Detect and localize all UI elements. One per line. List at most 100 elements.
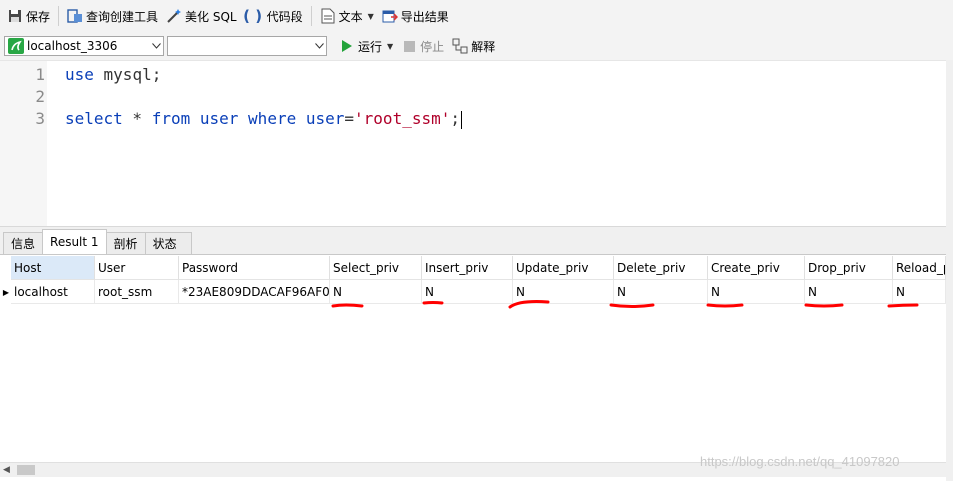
explain-icon <box>452 38 468 54</box>
play-icon <box>339 38 355 54</box>
chevron-down-icon[interactable] <box>149 43 163 49</box>
red-underline <box>887 303 919 308</box>
row-pointer-icon: ▶ <box>2 287 10 297</box>
code-token: user <box>199 109 239 128</box>
tab-label: 剖析 <box>113 237 138 251</box>
code-snippet-label: 代码段 <box>266 9 303 24</box>
stop-button[interactable]: 停止 <box>397 34 448 58</box>
code-token: = <box>344 109 355 128</box>
column-header-label: Password <box>182 261 239 275</box>
table-cell[interactable]: root_ssm <box>95 280 179 304</box>
export-results-button[interactable]: 导出结果 <box>378 4 453 28</box>
tab-label: 状态 <box>152 237 177 251</box>
table-cell[interactable]: N <box>330 280 422 304</box>
connection-icon <box>8 38 24 54</box>
column-header-create-priv[interactable]: Create_priv <box>708 256 805 280</box>
toolbar-divider <box>310 6 312 26</box>
table-cell[interactable]: N <box>893 280 946 304</box>
toolbar-divider <box>58 6 60 26</box>
column-header-label: Insert_priv <box>425 261 489 275</box>
table-cell[interactable]: N <box>805 280 893 304</box>
chevron-down-icon[interactable] <box>312 43 326 49</box>
code-token: ; <box>450 109 460 128</box>
code-token: from <box>151 109 191 128</box>
column-header-label: Delete_priv <box>617 261 686 275</box>
line-number: 3 <box>35 109 45 128</box>
sql-editor[interactable]: 1 use mysql; 2 3 select * from user wher… <box>0 60 946 227</box>
column-header-insert-priv[interactable]: Insert_priv <box>422 256 513 280</box>
scrollbar-thumb[interactable] <box>17 465 35 475</box>
code-token: select <box>65 109 123 128</box>
column-header-label: Reload_p <box>896 261 946 275</box>
code-token: where <box>248 109 297 128</box>
column-header-update-priv[interactable]: Update_priv <box>513 256 614 280</box>
column-header-delete-priv[interactable]: Delete_priv <box>614 256 708 280</box>
tab-result-1[interactable]: Result 1 <box>42 229 107 254</box>
beautify-sql-button[interactable]: 美化 SQL <box>162 4 241 28</box>
column-header-user[interactable]: User <box>95 256 179 280</box>
chevron-down-icon[interactable]: ▼ <box>368 12 374 21</box>
table-cell[interactable]: N <box>614 280 708 304</box>
tab-label: 信息 <box>11 237 36 251</box>
save-button[interactable]: 保存 <box>3 4 54 28</box>
text-button[interactable]: 文本 ▼ <box>316 4 378 28</box>
result-grid: Host User Password Select_priv Insert_pr… <box>0 256 946 304</box>
column-header-label: User <box>98 261 126 275</box>
column-header-reload-priv[interactable]: Reload_p <box>893 256 946 280</box>
tab-status[interactable]: 状态 <box>144 232 192 254</box>
table-cell[interactable]: N <box>513 280 614 304</box>
column-header-drop-priv[interactable]: Drop_priv <box>805 256 893 280</box>
save-label: 保存 <box>26 9 51 24</box>
code-token: mysql; <box>93 65 162 84</box>
red-underline <box>609 303 655 308</box>
red-underline <box>331 303 364 308</box>
tab-profile[interactable]: 剖析 <box>105 232 146 254</box>
explain-button[interactable]: 解释 <box>448 34 499 58</box>
run-label: 运行 <box>358 39 383 54</box>
table-cell[interactable]: *23AE809DDACAF96AF0FD <box>179 280 330 304</box>
chevron-down-icon[interactable]: ▼ <box>387 42 393 51</box>
export-icon <box>382 8 398 24</box>
column-header-label: Update_priv <box>516 261 589 275</box>
code-text: select * from user where user='root_ssm'… <box>65 108 462 130</box>
text-label: 文本 <box>338 9 363 24</box>
column-header-host[interactable]: Host <box>11 256 95 280</box>
run-button[interactable]: 运行 ▼ <box>335 34 397 58</box>
column-header-label: Drop_priv <box>808 261 866 275</box>
code-line: 3 select * from user where user='root_ss… <box>0 108 900 130</box>
tab-info[interactable]: 信息 <box>3 232 44 254</box>
code-line: 1 use mysql; <box>0 64 900 86</box>
table-cell[interactable]: N <box>708 280 805 304</box>
watermark: https://blog.csdn.net/qq_41097820 <box>700 454 900 469</box>
tab-label: Result 1 <box>50 235 99 249</box>
table-cell[interactable]: N <box>422 280 513 304</box>
vertical-scrollbar[interactable] <box>946 60 953 481</box>
explain-label: 解释 <box>471 39 496 54</box>
parentheses-icon: ( ) <box>243 7 263 25</box>
connection-select[interactable]: localhost_3306 <box>4 36 164 56</box>
code-token: use <box>65 65 94 84</box>
export-results-label: 导出结果 <box>400 9 449 24</box>
connection-toolbar: localhost_3306 运行 ▼ 停止 解释 <box>0 32 953 60</box>
table-row[interactable]: ▶ localhost root_ssm *23AE809DDACAF96AF0… <box>0 280 946 304</box>
main-toolbar: 保存 查询创建工具 美化 SQL ( ) 代码段 文本 ▼ 导出结果 <box>0 0 953 32</box>
code-token: user <box>305 109 345 128</box>
database-select[interactable] <box>167 36 327 56</box>
column-header-select-priv[interactable]: Select_priv <box>330 256 422 280</box>
connection-select-value: localhost_3306 <box>27 39 118 53</box>
save-icon <box>7 8 23 24</box>
column-header-password[interactable]: Password <box>179 256 330 280</box>
table-cell[interactable]: localhost <box>11 280 95 304</box>
column-header-label: Select_priv <box>333 261 400 275</box>
result-tabs: 信息 Result 1 剖析 状态 <box>0 226 946 255</box>
column-header-label: Create_priv <box>711 261 780 275</box>
code-snippet-button[interactable]: ( ) 代码段 <box>241 4 307 28</box>
column-header-label: Host <box>14 261 42 275</box>
code-text: use mysql; <box>65 64 161 86</box>
magic-wand-icon <box>166 8 182 24</box>
line-number: 2 <box>35 87 45 106</box>
query-builder-button[interactable]: 查询创建工具 <box>63 4 162 28</box>
scroll-left-icon[interactable]: ◀ <box>3 465 10 475</box>
